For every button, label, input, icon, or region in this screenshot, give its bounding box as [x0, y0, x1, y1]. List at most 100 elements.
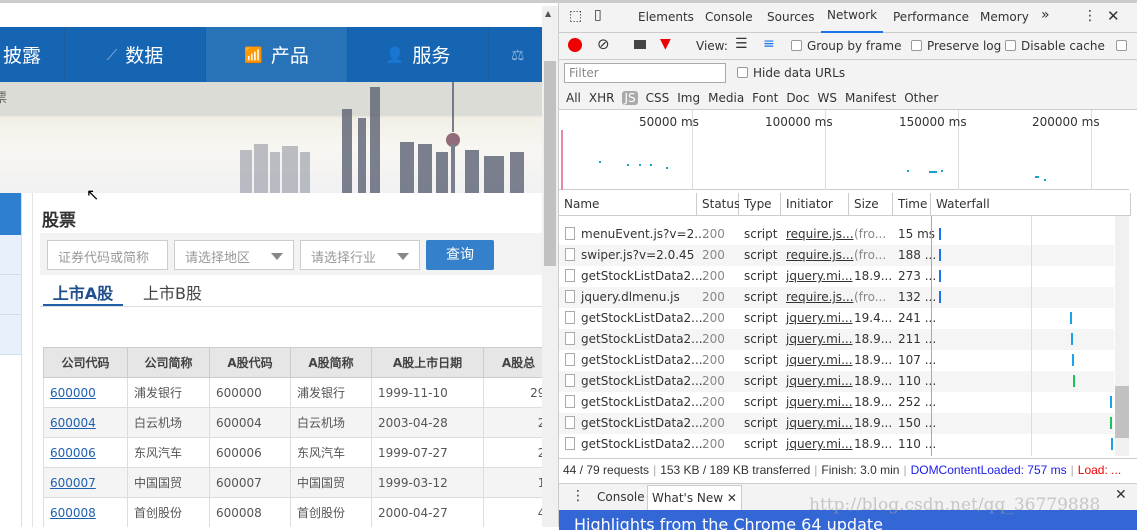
overview-timeline[interactable]: 50000 ms 100000 ms 150000 ms 200000 ms	[559, 110, 1129, 190]
device-toolbar-icon[interactable]: ▯	[594, 7, 602, 23]
tab-console[interactable]: Console	[705, 10, 753, 24]
more-tabs-icon[interactable]: »	[1041, 7, 1050, 23]
clear-icon[interactable]: ⊘	[597, 35, 610, 53]
filter-icon[interactable]: ▼	[660, 36, 671, 52]
close-icon[interactable]: ✕	[1107, 7, 1120, 25]
request-initiator[interactable]: require.js...	[786, 287, 854, 308]
company-code-link[interactable]: 600004	[50, 416, 96, 430]
type-filter-img[interactable]: Img	[677, 91, 700, 105]
waterfall-view-icon[interactable]: ≡	[763, 36, 775, 52]
type-filter-ws[interactable]: WS	[818, 91, 837, 105]
nav-item-products[interactable]: 📶 产品	[206, 27, 348, 82]
nav-item-data[interactable]: ⟋ 数据	[65, 27, 206, 82]
tab-performance[interactable]: Performance	[893, 10, 969, 24]
checkbox[interactable]	[911, 40, 922, 51]
hide-data-urls-checkbox[interactable]: Hide data URLs	[737, 66, 845, 80]
balance-icon: ⚖	[511, 45, 525, 64]
type-filter-css[interactable]: CSS	[646, 91, 670, 105]
banner-image	[0, 82, 542, 193]
tab-sources[interactable]: Sources	[767, 10, 814, 24]
checkbox[interactable]	[737, 67, 748, 78]
column-header-name[interactable]: Name	[559, 193, 697, 216]
offline-checkbox[interactable]	[1116, 39, 1132, 53]
column-header-status[interactable]: Status	[697, 193, 740, 216]
request-name: jquery.dlmenu.js	[565, 287, 680, 308]
page-scrollbar-thumb[interactable]	[544, 61, 556, 266]
group-by-frame-checkbox[interactable]: Group by frame	[791, 39, 901, 53]
company-code-link[interactable]: 600006	[50, 446, 96, 460]
nav-label: 披露	[2, 45, 41, 67]
waterfall-bar	[938, 291, 941, 303]
request-initiator[interactable]: jquery.mi...	[786, 308, 853, 329]
request-initiator[interactable]: jquery.mi...	[786, 434, 853, 455]
column-header-type[interactable]: Type	[739, 193, 781, 216]
company-code-link[interactable]: 600008	[50, 506, 96, 520]
request-initiator[interactable]: require.js...	[786, 245, 854, 266]
request-initiator[interactable]: require.js...	[786, 224, 854, 245]
stock-search-input[interactable]: 证券代码或简称	[47, 240, 168, 270]
disable-cache-checkbox[interactable]: Disable cache	[1005, 39, 1105, 53]
table-cell: 1999-11-10	[371, 377, 484, 408]
tab-elements[interactable]: Elements	[638, 10, 694, 24]
side-menu-item[interactable]	[0, 235, 21, 275]
type-filter-doc[interactable]: Doc	[786, 91, 809, 105]
side-menu-item[interactable]	[0, 275, 21, 315]
company-code-link[interactable]: 600007	[50, 476, 96, 490]
region-select[interactable]: 请选择地区	[174, 240, 294, 270]
drawer-menu-icon[interactable]: ⋮	[571, 488, 585, 504]
request-initiator[interactable]: jquery.mi...	[786, 329, 853, 350]
checkbox[interactable]	[1116, 40, 1127, 51]
side-menu-item[interactable]	[0, 315, 21, 355]
type-filter-other[interactable]: Other	[904, 91, 938, 105]
type-filter-media[interactable]: Media	[708, 91, 744, 105]
preserve-log-checkbox[interactable]: Preserve log	[911, 39, 1001, 53]
type-filter-manifest[interactable]: Manifest	[845, 91, 896, 105]
tab-network[interactable]: Network	[821, 3, 884, 33]
kebab-menu-icon[interactable]: ⋮	[1083, 8, 1097, 24]
type-filter-font[interactable]: Font	[752, 91, 778, 105]
nav-label: 数据	[125, 45, 164, 67]
industry-select[interactable]: 请选择行业	[300, 240, 420, 270]
type-filter-js[interactable]: JS	[622, 91, 638, 105]
record-icon[interactable]	[568, 38, 582, 52]
screenshot-camera-icon[interactable]	[634, 40, 646, 49]
checkbox[interactable]	[1005, 40, 1016, 51]
tab-a-shares[interactable]: 上市A股	[43, 280, 123, 306]
company-code-link[interactable]: 600000	[50, 386, 96, 400]
scrollbar-thumb[interactable]	[1115, 386, 1129, 438]
industry-select-value: 请选择行业	[311, 251, 377, 266]
tab-memory[interactable]: Memory	[980, 10, 1029, 24]
request-initiator[interactable]: jquery.mi...	[786, 371, 853, 392]
type-filter-all[interactable]: All	[566, 91, 581, 105]
scroll-up-arrow-icon[interactable]: ▲	[545, 9, 551, 18]
column-header-size[interactable]: Size	[849, 193, 893, 216]
request-type: script	[744, 311, 778, 325]
close-tab-icon[interactable]: ✕	[727, 491, 737, 505]
side-menu-item-active[interactable]	[0, 193, 21, 235]
request-initiator[interactable]: jquery.mi...	[786, 350, 853, 371]
request-name: getStockListData2....	[565, 329, 706, 350]
checkbox[interactable]	[791, 40, 802, 51]
request-initiator[interactable]: jquery.mi...	[786, 266, 853, 287]
waterfall-bar	[1110, 417, 1113, 429]
nav-item-disclosure[interactable]: 披露	[0, 27, 65, 82]
request-initiator[interactable]: jquery.mi...	[786, 413, 853, 434]
type-filter-xhr[interactable]: XHR	[589, 91, 615, 105]
column-header-time[interactable]: Time	[893, 193, 931, 216]
drawer-tab-whats-new[interactable]: What's New ✕	[647, 485, 742, 511]
table-cell: 600000	[43, 377, 128, 408]
page-title: 股票	[42, 211, 76, 231]
column-header-initiator[interactable]: Initiator	[781, 193, 849, 216]
column-header-waterfall[interactable]: Waterfall	[931, 193, 1131, 216]
close-drawer-icon[interactable]: ✕	[1115, 487, 1127, 503]
nav-item-services[interactable]: 👤 服务	[348, 27, 489, 82]
query-button[interactable]: 查询	[426, 240, 494, 270]
request-initiator[interactable]: jquery.mi...	[786, 392, 853, 413]
tab-b-shares[interactable]: 上市B股	[143, 280, 202, 306]
inspect-element-icon[interactable]: ⬚	[569, 8, 582, 24]
requests-scrollbar[interactable]	[1115, 216, 1129, 456]
large-rows-icon[interactable]: ☰	[735, 36, 748, 52]
filter-input[interactable]: Filter	[564, 63, 726, 83]
table-cell: 2000-04-27	[371, 497, 484, 527]
drawer-tab-console[interactable]: Console	[597, 490, 645, 504]
